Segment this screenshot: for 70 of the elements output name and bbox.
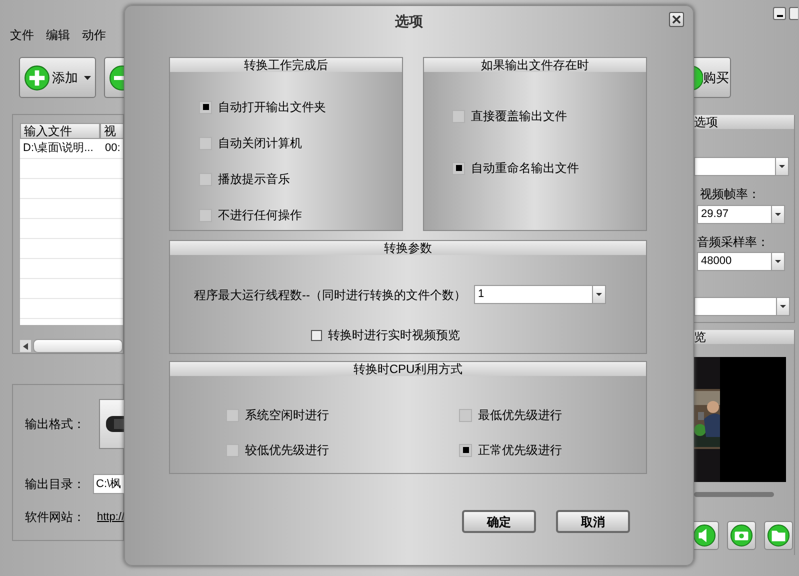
- camera-button[interactable]: [727, 521, 756, 550]
- option-checkbox[interactable]: [199, 136, 212, 150]
- dropdown[interactable]: 29.97: [697, 205, 785, 224]
- option-label[interactable]: 直接覆盖输出文件: [471, 107, 567, 125]
- option-checkbox[interactable]: [199, 208, 212, 222]
- caret-icon: [596, 293, 602, 296]
- caret-icon: [775, 213, 781, 216]
- label: 软件网站：: [25, 509, 85, 526]
- group-title: 如果输出文件存在时: [424, 58, 646, 72]
- column-header[interactable]: 视: [100, 123, 123, 139]
- option-checkbox[interactable]: [459, 408, 472, 422]
- output-folder-field[interactable]: C:\枫: [93, 474, 124, 494]
- plus-icon: [24, 64, 50, 90]
- option-label[interactable]: 自动重命名输出文件: [471, 159, 579, 177]
- panel-header: 览: [694, 330, 794, 344]
- menu-item[interactable]: 动作: [82, 26, 106, 44]
- remove-button[interactable]: [104, 57, 124, 98]
- dropdown[interactable]: 48000: [697, 252, 785, 271]
- label: 程序最大运行线程数--（同时进行转换的文件个数）: [194, 286, 466, 304]
- dropdown[interactable]: [694, 297, 790, 316]
- speaker-icon: [694, 524, 716, 547]
- scroll-left-icon[interactable]: [20, 340, 31, 352]
- dialog-button[interactable]: 取消: [556, 510, 630, 533]
- dialog-button[interactable]: 确定: [462, 510, 536, 533]
- caret-icon: [779, 165, 785, 168]
- option-label[interactable]: 播放提示音乐: [218, 170, 290, 188]
- thread-count-dropdown[interactable]: 1: [474, 285, 606, 304]
- label: 视频帧率：: [700, 186, 761, 203]
- option-label[interactable]: 较低优先级进行: [245, 441, 329, 459]
- option-label[interactable]: 最低优先级进行: [478, 406, 562, 424]
- dialog-title: 选项: [395, 12, 423, 30]
- option-checkbox[interactable]: [452, 162, 465, 174]
- caret-icon: [780, 305, 786, 308]
- minimize-button[interactable]: [773, 7, 786, 20]
- label: 输出格式：: [25, 416, 85, 433]
- table-cell-text: 00:: [104, 141, 122, 156]
- option-label[interactable]: 自动关闭计算机: [218, 134, 302, 152]
- camera-icon: [730, 524, 753, 547]
- option-checkbox[interactable]: [452, 110, 465, 122]
- option-label[interactable]: 正常优先级进行: [478, 441, 562, 459]
- buy-button[interactable]: 购买: [694, 57, 731, 98]
- label: 输出目录：: [25, 476, 85, 493]
- menu-item[interactable]: 编辑: [46, 26, 70, 44]
- option-label[interactable]: 不进行任何操作: [218, 206, 302, 224]
- folder-icon: [767, 524, 790, 547]
- folder-button[interactable]: [764, 521, 793, 550]
- option-label[interactable]: 转换时进行实时视频预览: [328, 326, 460, 344]
- add-button[interactable]: 添加: [19, 57, 96, 98]
- column-header[interactable]: 输入文件: [20, 123, 100, 139]
- option-checkbox[interactable]: [199, 100, 212, 114]
- caret-icon: [775, 260, 781, 263]
- dropdown[interactable]: [694, 157, 789, 176]
- option-label[interactable]: 自动打开输出文件夹: [218, 98, 326, 116]
- scrollbar-thumb[interactable]: [32, 339, 123, 353]
- group-title: 转换工作完成后: [170, 58, 402, 72]
- option-checkbox[interactable]: [199, 172, 212, 186]
- option-label[interactable]: 系统空闲时进行: [245, 406, 329, 424]
- close-icon: [672, 15, 681, 24]
- menu-item[interactable]: 文件: [10, 26, 34, 44]
- option-checkbox[interactable]: [226, 408, 239, 422]
- option-checkbox[interactable]: [459, 444, 472, 456]
- option-checkbox[interactable]: [311, 330, 322, 340]
- option-checkbox[interactable]: [226, 444, 239, 456]
- label: 音频采样率：: [697, 234, 770, 251]
- table-cell-text: D:\桌面\说明...: [22, 140, 94, 156]
- speaker-button[interactable]: [694, 521, 719, 550]
- caret-icon: [84, 76, 91, 80]
- panel-header: 选项: [694, 115, 794, 129]
- group-title: 转换参数: [170, 241, 646, 255]
- group-title: 转换时CPU利用方式: [170, 362, 646, 376]
